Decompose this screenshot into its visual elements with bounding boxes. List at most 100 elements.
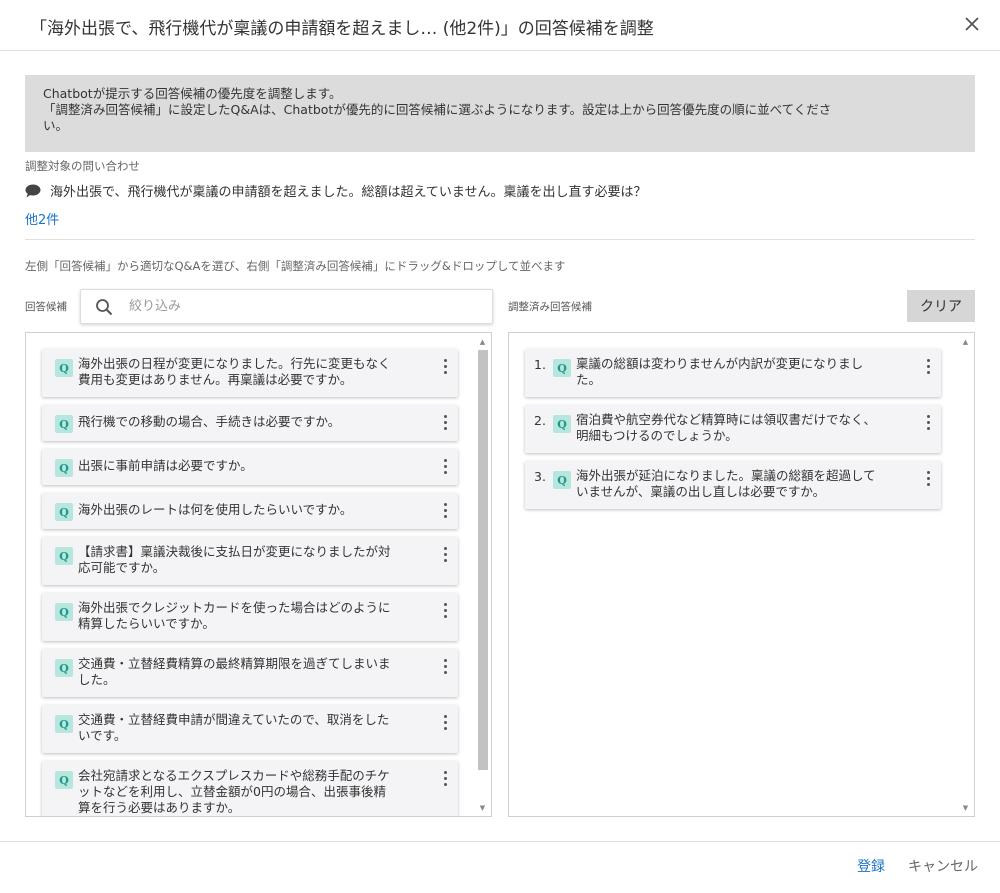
adjusted-text-line: 宿泊費や航空券代など精算時には領収書だけでなく、 [576, 412, 877, 427]
more-vert-icon[interactable] [442, 415, 448, 433]
candidate-text-line: 海外出張でクレジットカードを使った場合はどのように [78, 600, 391, 615]
candidate-text-line: 交通費・立替経費精算の最終精算期限を過ぎてしまいま [78, 656, 391, 671]
more-vert-icon[interactable] [442, 715, 448, 733]
others-link[interactable]: 他2件 [25, 209, 59, 228]
candidate-text-line: 会社宛請求となるエクスプレスカードや総務手配のチケ [78, 768, 390, 783]
candidate-text: 海外出張の日程が変更になりました。行先に変更もなく 費用も変更はありません。再稟… [78, 356, 391, 388]
dialog-header: 「海外出張で、飛行機代が稟議の申請額を超えまし… (他2件)」の回答候補を調整 [0, 0, 1000, 51]
close-icon[interactable] [961, 13, 983, 35]
candidate-card[interactable]: Q 【請求書】稟議決裁後に支払日が変更になりましたが対 応可能ですか。 [42, 537, 458, 585]
candidate-card[interactable]: Q 交通費・立替経費申請が間違えていたので、取消をした いです。 [42, 705, 458, 753]
scroll-down-arrow-icon[interactable]: ▼ [957, 799, 974, 816]
candidate-card[interactable]: Q 交通費・立替経費精算の最終精算期限を過ぎてしまいま した。 [42, 649, 458, 697]
candidate-text-line: 応可能ですか。 [78, 560, 166, 575]
more-vert-icon[interactable] [442, 359, 448, 377]
candidates-label: 回答候補 [25, 301, 67, 313]
candidate-card[interactable]: Q 会社宛請求となるエクスプレスカードや総務手配のチケ ットなどを利用し、立替金… [42, 761, 458, 816]
adjusted-text-line: いませんが、稟議の出し直しは必要ですか。 [576, 484, 826, 499]
candidate-text-line: 交通費・立替経費申請が間違えていたので、取消をした [78, 712, 390, 727]
notice-line: い。 [43, 118, 69, 133]
filter-search-box[interactable] [80, 289, 493, 324]
inquiry-text: 海外出張で、飛行機代が稟議の申請額を超えました。総額は超えていません。稟議を出し… [50, 185, 647, 200]
candidate-text-line: 【請求書】稟議決裁後に支払日が変更になりましたが対 [78, 544, 391, 559]
candidate-text: 会社宛請求となるエクスプレスカードや総務手配のチケ ットなどを利用し、立替金額が… [78, 768, 390, 816]
candidate-text-line: 算を行う必要はありますか。 [78, 800, 241, 815]
priority-number: 3. [534, 469, 546, 484]
q-badge: Q [55, 603, 73, 621]
q-badge: Q [553, 471, 571, 489]
candidate-text: 出張に事前申請は必要ですか。 [78, 458, 253, 474]
notice-line: 「調整済み回答候補」に設定したQ&Aは、Chatbotが優先的に回答候補に選ぶよ… [43, 102, 832, 117]
q-badge: Q [55, 503, 73, 521]
candidate-text-line: 出張に事前申請は必要ですか。 [78, 458, 253, 473]
candidate-card[interactable]: Q 海外出張の日程が変更になりました。行先に変更もなく 費用も変更はありません。… [42, 349, 458, 397]
candidate-card[interactable]: Q 海外出張でクレジットカードを使った場合はどのように 精算したらいいですか。 [42, 593, 458, 641]
more-vert-icon[interactable] [442, 659, 448, 677]
cancel-button[interactable]: キャンセル [908, 856, 978, 876]
clear-button[interactable]: クリア [907, 290, 975, 322]
candidate-text: 【請求書】稟議決裁後に支払日が変更になりましたが対 応可能ですか。 [78, 544, 391, 576]
more-vert-icon[interactable] [442, 503, 448, 521]
scroll-down-arrow-icon[interactable]: ▼ [474, 799, 491, 816]
priority-number: 1. [534, 357, 546, 372]
adjusted-text-line: 稟議の総額は変わりませんが内訳が変更になりまし [576, 356, 864, 371]
candidate-card[interactable]: Q 飛行機での移動の場合、手続きは必要ですか。 [42, 405, 458, 441]
candidate-card[interactable]: Q 海外出張のレートは何を使用したらいいですか。 [42, 493, 458, 529]
candidates-list-panel[interactable]: Q 海外出張の日程が変更になりました。行先に変更もなく 費用も変更はありません。… [25, 332, 492, 817]
adjusted-text: 宿泊費や航空券代など精算時には領収書だけでなく、 明細もつけるのでしょうか。 [576, 412, 876, 444]
target-inquiry: 海外出張で、飛行機代が稟議の申請額を超えました。総額は超えていません。稟議を出し… [25, 181, 646, 200]
scrollbar-thumb[interactable] [478, 350, 488, 770]
adjusted-card[interactable]: 2. Q 宿泊費や航空券代など精算時には領収書だけでなく、 明細もつけるのでしょ… [525, 405, 941, 453]
adjusted-text-line: 明細もつけるのでしょうか。 [576, 428, 738, 443]
candidates-scrollbar[interactable]: ▲ ▼ [474, 333, 491, 816]
notice-line: Chatbotが提示する回答候補の優先度を調整します。 [43, 86, 342, 101]
candidate-text: 海外出張でクレジットカードを使った場合はどのように 精算したらいいですか。 [78, 600, 391, 632]
search-icon [96, 298, 113, 315]
q-badge: Q [553, 359, 571, 377]
adjusted-list-panel[interactable]: 1. Q 稟議の総額は変わりませんが内訳が変更になりまし た。 2. Q 宿泊費… [508, 332, 975, 817]
adjusted-card[interactable]: 3. Q 海外出張が延泊になりました。稟議の総額を超過して いませんが、稟議の出… [525, 461, 941, 509]
more-vert-icon[interactable] [442, 459, 448, 477]
priority-number: 2. [534, 413, 546, 428]
candidate-text-line: 費用も変更はありません。再稟議は必要ですか。 [78, 372, 353, 387]
candidate-text-line: 飛行機での移動の場合、手続きは必要ですか。 [78, 414, 341, 429]
more-vert-icon[interactable] [925, 471, 931, 489]
more-vert-icon[interactable] [925, 359, 931, 377]
candidate-card[interactable]: Q 出張に事前申請は必要ですか。 [42, 449, 458, 485]
more-vert-icon[interactable] [925, 415, 931, 433]
candidate-text: 交通費・立替経費精算の最終精算期限を過ぎてしまいま した。 [78, 656, 391, 688]
candidate-text-line: いです。 [78, 728, 127, 743]
register-button[interactable]: 登録 [857, 856, 885, 876]
candidate-text-line: した。 [78, 672, 116, 687]
drag-instruction: 左側「回答候補」から適切なQ&Aを選び、右側「調整済み回答候補」にドラッグ&ドロ… [25, 259, 566, 273]
q-badge: Q [55, 771, 73, 789]
filter-input[interactable] [129, 299, 459, 314]
q-badge: Q [55, 359, 73, 377]
q-badge: Q [55, 415, 73, 433]
dialog-title: 「海外出張で、飛行機代が稟議の申請額を超えまし… (他2件)」の回答候補を調整 [30, 19, 654, 39]
adjusted-card[interactable]: 1. Q 稟議の総額は変わりませんが内訳が変更になりまし た。 [525, 349, 941, 397]
q-badge: Q [55, 459, 73, 477]
q-badge: Q [55, 715, 73, 733]
chat-bubble-icon [25, 184, 41, 197]
divider [25, 239, 975, 240]
candidate-text: 飛行機での移動の場合、手続きは必要ですか。 [78, 414, 340, 430]
adjusted-text: 海外出張が延泊になりました。稟議の総額を超過して いませんが、稟議の出し直しは必… [576, 468, 876, 500]
scroll-up-arrow-icon[interactable]: ▲ [957, 333, 974, 350]
adjusted-scrollbar[interactable]: ▲ ▼ [957, 333, 974, 816]
adjusted-candidates-label: 調整済み回答候補 [508, 301, 592, 313]
more-vert-icon[interactable] [442, 603, 448, 621]
more-vert-icon[interactable] [442, 771, 448, 789]
adjusted-text-line: た。 [576, 372, 602, 387]
candidate-text-line: ットなどを利用し、立替金額が0円の場合、出張事後精 [78, 784, 386, 799]
adjusted-text: 稟議の総額は変わりませんが内訳が変更になりまし た。 [576, 356, 863, 388]
candidate-text: 交通費・立替経費申請が間違えていたので、取消をした いです。 [78, 712, 389, 744]
candidate-text-line: 精算したらいいですか。 [78, 616, 215, 631]
scroll-up-arrow-icon[interactable]: ▲ [474, 333, 491, 350]
q-badge: Q [553, 415, 571, 433]
info-notice: Chatbotが提示する回答候補の優先度を調整します。 「調整済み回答候補」に設… [25, 75, 975, 152]
adjusted-text-line: 海外出張が延泊になりました。稟議の総額を超過して [576, 468, 876, 483]
candidate-text-line: 海外出張の日程が変更になりました。行先に変更もなく [78, 356, 391, 371]
more-vert-icon[interactable] [442, 547, 448, 565]
candidate-text: 海外出張のレートは何を使用したらいいですか。 [78, 502, 352, 518]
